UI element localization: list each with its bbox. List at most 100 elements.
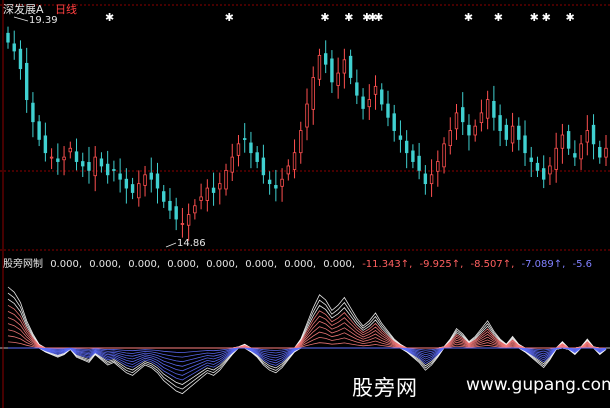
candle-body	[267, 179, 272, 185]
candle-body	[485, 99, 490, 119]
ind-value: 0.000,	[284, 259, 316, 270]
ind-value: 0.000,	[128, 259, 160, 270]
ind-value: -11.343↑,	[362, 259, 413, 270]
candle-body	[305, 103, 309, 128]
candle-body	[386, 103, 390, 118]
candle-body	[292, 152, 297, 170]
candle-body	[404, 140, 409, 154]
candle-body	[330, 58, 334, 83]
candle-body	[12, 43, 16, 52]
candle-body	[6, 32, 10, 43]
indicator-header: 股旁网制 0.000, 0.000, 0.000, 0.000, 0.000, …	[3, 255, 596, 270]
candle-body	[542, 168, 546, 180]
signal-marker: ✱	[464, 11, 473, 24]
signal-marker: ✱	[542, 11, 551, 24]
candle-body	[130, 184, 135, 193]
candle-body	[598, 146, 602, 158]
candle-body	[236, 143, 241, 156]
candle-body	[18, 48, 23, 70]
candle-body	[498, 115, 502, 131]
candle-body	[193, 205, 197, 214]
candle-body	[323, 53, 328, 65]
candle-body	[68, 147, 72, 153]
candle-body	[380, 89, 384, 105]
signal-marker: ✱	[320, 11, 329, 24]
candle-body	[37, 121, 41, 140]
candle-body	[168, 200, 172, 211]
candle-body	[342, 59, 347, 74]
low-leader-line	[165, 242, 177, 248]
candle-body	[124, 178, 129, 189]
candle-body	[24, 62, 29, 101]
candle-body	[274, 185, 278, 189]
candle-body	[604, 147, 608, 158]
candle-body	[317, 54, 322, 80]
high-price-label: 19.39	[29, 15, 58, 26]
candle-body	[454, 112, 459, 130]
signal-marker: ✱	[530, 11, 539, 24]
candle-body	[81, 161, 85, 167]
candle-body	[299, 130, 303, 154]
candle-body	[492, 100, 496, 118]
candle-body	[411, 150, 415, 162]
candle-body	[99, 158, 104, 167]
ind-value: 0.000,	[245, 259, 277, 270]
candle-body	[261, 157, 266, 176]
candle-body	[87, 162, 91, 171]
candle-body	[149, 172, 153, 180]
signal-marker: ✱	[225, 11, 234, 24]
ind-value: 0.000,	[206, 259, 238, 270]
candle-body	[504, 124, 509, 140]
candle-body	[529, 157, 533, 162]
candle-body	[174, 206, 178, 220]
candle-body	[429, 174, 434, 185]
signal-marker: ✱	[344, 11, 353, 24]
candle-body	[355, 82, 359, 96]
candle-body	[467, 124, 471, 136]
ind-value: -7.089↑,	[521, 259, 566, 270]
candle-body	[517, 125, 521, 140]
ind-value: -5.6	[572, 259, 592, 270]
candle-body	[548, 165, 552, 175]
candlestick-series	[6, 26, 608, 241]
candle-body	[230, 156, 234, 173]
indicator-wave-positive	[7, 292, 606, 349]
candle-body	[143, 174, 147, 186]
candle-body	[573, 153, 577, 158]
candle-body	[74, 151, 79, 162]
signal-markers: ✱ ✱ ✱ ✱ ✱✱✱ ✱ ✱ ✱ ✱ ✱	[105, 11, 575, 24]
indicator-name: 股旁网制	[3, 259, 43, 270]
candle-body	[205, 187, 210, 201]
candle-body	[286, 165, 291, 175]
candle-body	[224, 169, 228, 190]
candle-body	[56, 158, 60, 162]
signal-marker: ✱	[105, 11, 114, 24]
candle-body	[367, 99, 371, 108]
watermark-text: 股旁网	[352, 376, 418, 400]
candle-body	[255, 152, 259, 162]
indicator-wave-positive	[7, 286, 606, 349]
signal-marker: ✱	[566, 11, 575, 24]
candle-body	[417, 155, 421, 171]
period-label: 日线	[55, 3, 77, 16]
candle-body	[49, 156, 54, 159]
candle-body	[211, 187, 216, 193]
candle-body	[62, 156, 66, 161]
candle-body	[336, 72, 340, 86]
high-leader-line	[13, 16, 29, 22]
candle-body	[535, 162, 540, 171]
candle-body	[554, 147, 558, 170]
candle-body	[473, 125, 477, 136]
chart-canvas: ✱ ✱ ✱ ✱ ✱✱✱ ✱ ✱ ✱ ✱ ✱	[0, 0, 610, 408]
candle-body	[442, 143, 446, 168]
candle-body	[585, 130, 590, 143]
candle-body	[523, 135, 527, 154]
candle-body	[162, 191, 166, 202]
ind-value: -8.507↑,	[470, 259, 515, 270]
candle-body	[31, 102, 35, 123]
ind-value: 0.000,	[89, 259, 121, 270]
candle-body	[510, 125, 515, 144]
ind-value: 0.000,	[167, 259, 199, 270]
candle-body	[479, 112, 484, 124]
candle-body	[373, 85, 378, 95]
